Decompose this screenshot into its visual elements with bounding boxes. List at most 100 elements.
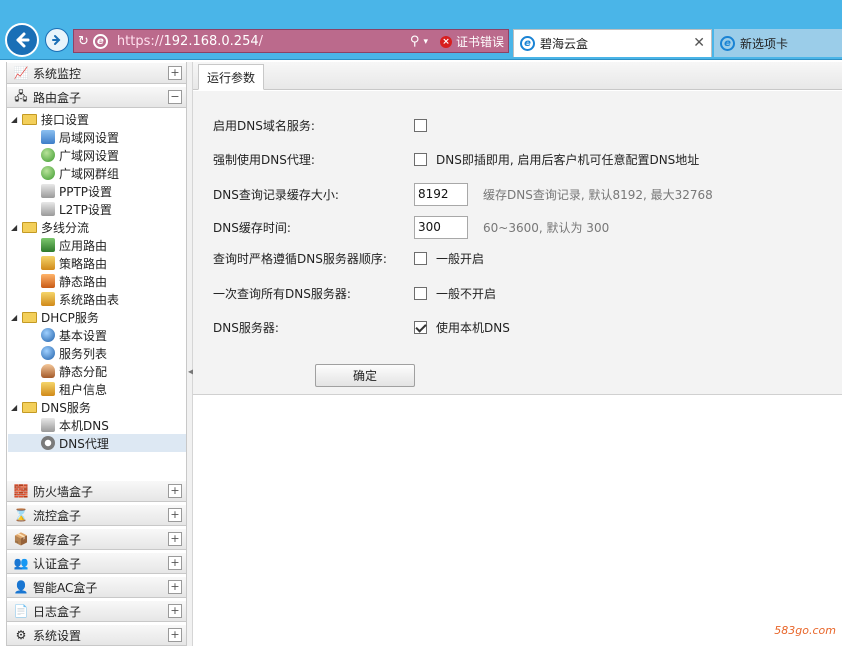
dns-server-checkbox[interactable] <box>414 320 427 334</box>
tree-label: DHCP服务 <box>41 310 99 325</box>
expand-icon[interactable]: + <box>168 508 182 522</box>
expand-icon[interactable]: + <box>168 556 182 570</box>
globe-icon <box>41 148 55 162</box>
tab-new[interactable]: e 新选项卡 <box>714 29 842 57</box>
tree-item-wan[interactable]: 广域网设置 <box>41 146 119 164</box>
tree-group-dhcp[interactable]: ◢ DHCP服务 <box>11 308 99 326</box>
expanded-arrow-icon: ◢ <box>11 114 18 124</box>
expanded-arrow-icon: ◢ <box>11 222 18 232</box>
row-force-proxy: 强制使用DNS代理: DNS即插即用, 启用后客户机可任意配置DNS地址 <box>193 147 842 171</box>
users-icon: 👥 <box>13 556 29 570</box>
section-label: 智能AC盒子 <box>33 580 98 595</box>
expanded-arrow-icon: ◢ <box>11 402 18 412</box>
tree-label: 局域网设置 <box>59 130 120 145</box>
network-icon <box>41 238 55 252</box>
section-label: 缓存盒子 <box>33 532 82 547</box>
tree-item-static-route[interactable]: 静态路由 <box>41 272 107 290</box>
sidebar-section-auth[interactable]: 👥 认证盒子 + <box>7 552 186 574</box>
expand-icon[interactable]: + <box>168 628 182 642</box>
field-hint: 60~3600, 默认为 300 <box>483 220 610 235</box>
tree-item-policy-route[interactable]: 策略路由 <box>41 254 107 272</box>
sign-icon <box>41 256 55 270</box>
tab-run-params[interactable]: 运行参数 <box>198 64 265 90</box>
query-all-checkbox[interactable] <box>414 286 427 300</box>
back-button[interactable] <box>5 23 39 57</box>
ie-logo-icon: e <box>92 33 108 49</box>
tree-item-pptp[interactable]: PPTP设置 <box>41 182 112 200</box>
section-label: 路由盒子 <box>33 90 82 105</box>
sidebar-section-cache[interactable]: 📦 缓存盒子 + <box>7 528 186 550</box>
address-bar[interactable]: ↻ e https://192.168.0.254/ ⚲ ▾ × 证书错误 <box>73 29 509 53</box>
tree-item-l2tp[interactable]: L2TP设置 <box>41 200 112 218</box>
field-label: 启用DNS域名服务: <box>213 118 315 133</box>
cache-size-input[interactable] <box>414 182 468 206</box>
certificate-error[interactable]: × 证书错误 <box>439 33 504 50</box>
gear-icon <box>41 436 55 450</box>
force-proxy-checkbox[interactable] <box>414 152 427 166</box>
tree-group-dns[interactable]: ◢ DNS服务 <box>11 398 91 416</box>
document-icon: 📄 <box>13 604 29 618</box>
cache-time-input[interactable] <box>414 215 468 239</box>
tab-bihai[interactable]: e 碧海云盒 ✕ <box>513 29 712 57</box>
tree-item-route-table[interactable]: 系统路由表 <box>41 290 119 308</box>
expand-icon[interactable]: + <box>168 532 182 546</box>
expand-icon[interactable]: + <box>168 66 182 80</box>
expand-icon[interactable]: + <box>168 580 182 594</box>
expand-icon[interactable]: + <box>168 604 182 618</box>
tree-label: DNS服务 <box>41 400 91 415</box>
tree-item-lan[interactable]: 局域网设置 <box>41 128 119 146</box>
computer-icon <box>41 202 55 216</box>
field-label: DNS服务器: <box>213 320 279 335</box>
tree-item-static-assign[interactable]: 静态分配 <box>41 362 107 380</box>
user-icon <box>41 364 55 378</box>
sidebar-section-router-box[interactable]: 🖧 路由盒子 − <box>7 86 186 108</box>
forward-button[interactable] <box>45 28 69 52</box>
sidebar-section-firewall[interactable]: 🧱 防火墙盒子 + <box>7 480 186 502</box>
collapse-icon[interactable]: − <box>168 90 182 104</box>
row-enable-dns: 启用DNS域名服务: <box>193 113 842 137</box>
field-hint: 缓存DNS查询记录, 默认8192, 最大32768 <box>483 187 713 202</box>
section-label: 认证盒子 <box>33 556 82 571</box>
section-label: 系统设置 <box>33 628 82 643</box>
tree-item-service-list[interactable]: 服务列表 <box>41 344 107 362</box>
sidebar-section-system-monitor[interactable]: 📈 系统监控 + <box>7 62 186 84</box>
checkbox-text: DNS即插即用, 启用后客户机可任意配置DNS地址 <box>436 152 700 167</box>
tree-group-interfaces[interactable]: ◢ 接口设置 <box>11 110 89 128</box>
confirm-button[interactable]: 确定 <box>315 364 415 387</box>
expand-icon[interactable]: + <box>168 484 182 498</box>
ie-logo-icon: e <box>720 35 735 51</box>
sidebar-section-flow-control[interactable]: ⌛ 流控盒子 + <box>7 504 186 526</box>
refresh-icon[interactable]: ↻ <box>78 34 89 49</box>
tree-label: 服务列表 <box>59 346 108 361</box>
tree-item-app-route[interactable]: 应用路由 <box>41 236 107 254</box>
checkbox-text: 一般不开启 <box>436 286 497 301</box>
firewall-icon: 🧱 <box>13 484 29 498</box>
sidebar-section-smart-ac[interactable]: 👤 智能AC盒子 + <box>7 576 186 598</box>
tab-label: 新选项卡 <box>740 36 789 51</box>
tree-item-local-dns[interactable]: 本机DNS <box>41 416 109 434</box>
search-icon[interactable]: ⚲ <box>410 34 420 49</box>
tree-item-dhcp-basic[interactable]: 基本设置 <box>41 326 107 344</box>
table-icon <box>41 292 55 306</box>
strict-order-checkbox[interactable] <box>414 251 427 265</box>
close-icon[interactable]: ✕ <box>693 35 705 51</box>
tree-label: 应用路由 <box>59 238 108 253</box>
tree-label: 接口设置 <box>41 112 90 127</box>
main-content: 运行参数 启用DNS域名服务: 强制使用DNS代理: DNS即插即用, 启用后客… <box>193 62 842 646</box>
checkbox-text: 使用本机DNS <box>436 320 510 335</box>
globe-icon <box>41 346 55 360</box>
sidebar-section-log[interactable]: 📄 日志盒子 + <box>7 600 186 622</box>
router-tree: ◢ 接口设置 局域网设置 广域网设置 广域网群组 PPTP设置 L2TP设置 ◢… <box>7 108 186 540</box>
chart-icon: 📈 <box>13 66 29 80</box>
arrow-right-icon <box>52 35 61 45</box>
tree-group-multiline[interactable]: ◢ 多线分流 <box>11 218 89 236</box>
dropdown-icon[interactable]: ▾ <box>423 37 428 47</box>
tree-item-wan-group[interactable]: 广域网群组 <box>41 164 119 182</box>
tree-item-dns-proxy[interactable]: DNS代理 <box>8 434 186 452</box>
enable-dns-checkbox[interactable] <box>414 118 427 132</box>
tree-item-lease-info[interactable]: 租户信息 <box>41 380 107 398</box>
browser-toolbar: ↻ e https://192.168.0.254/ ⚲ ▾ × 证书错误 e … <box>0 0 842 60</box>
folder-icon <box>22 113 37 125</box>
sidebar-section-system-settings[interactable]: ⚙ 系统设置 + <box>7 624 186 646</box>
tree-label: 多线分流 <box>41 220 90 235</box>
